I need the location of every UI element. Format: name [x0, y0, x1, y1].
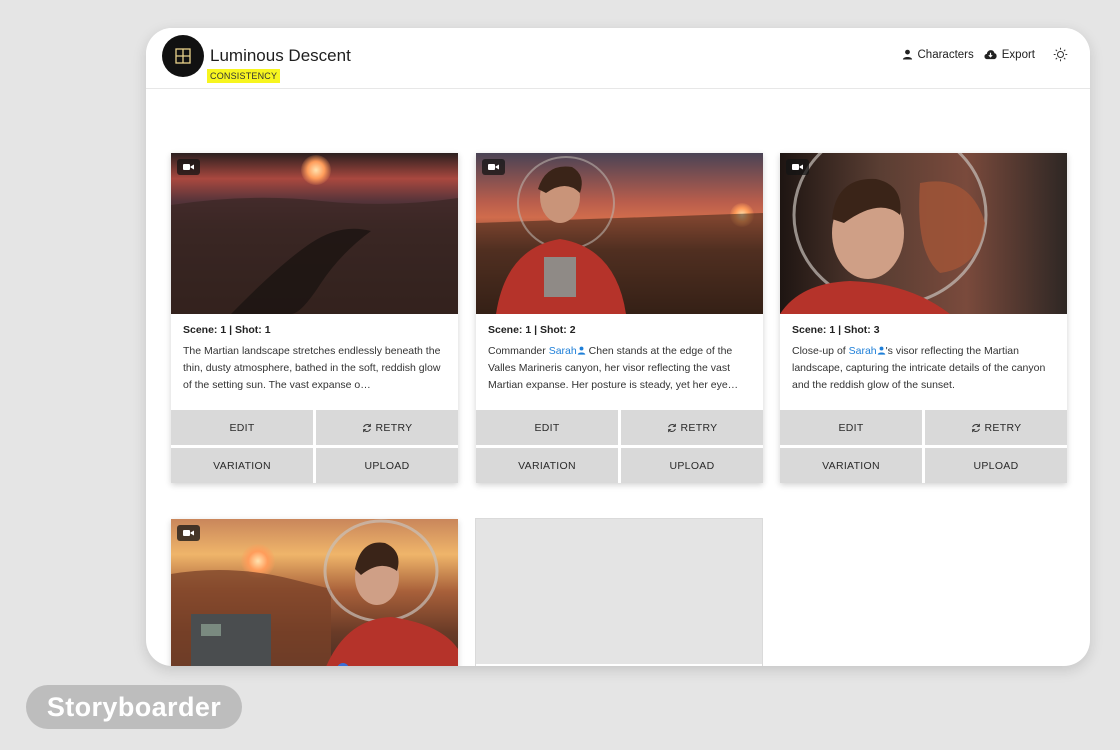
card-actions: EDIT RETRY VARIATION UPLOAD — [780, 410, 1067, 483]
shot-image[interactable] — [780, 153, 1067, 314]
shot-description: Commander Sarah Chen stands at the edge … — [488, 345, 739, 391]
shot-image[interactable] — [171, 153, 458, 314]
app-window: Luminous Descent CONSISTENCY Characters … — [146, 28, 1090, 666]
card-body: Scene: 1 | Shot: 3 Close-up of Sarah's v… — [780, 314, 1067, 410]
refresh-icon — [971, 423, 980, 432]
export-button[interactable]: Export — [984, 49, 1035, 61]
refresh-icon — [362, 423, 371, 432]
person-icon — [902, 49, 912, 60]
shot-card: Scene: 1 | Shot: 2 Commander Sarah Chen … — [476, 153, 763, 483]
retry-button[interactable]: RETRY — [316, 410, 458, 445]
shot-image[interactable] — [171, 519, 458, 666]
top-bar: Luminous Descent CONSISTENCY Characters … — [146, 28, 1090, 89]
astronaut-closeup — [780, 153, 988, 314]
characters-button[interactable]: Characters — [902, 49, 974, 61]
upload-button[interactable]: UPLOAD — [621, 448, 763, 483]
person-icon — [877, 346, 885, 355]
project-title: Luminous Descent — [210, 46, 351, 65]
card-actions: EDIT RETRY VARIATION UPLOAD — [476, 410, 763, 483]
consistency-badge: CONSISTENCY — [207, 69, 281, 83]
retry-button[interactable]: RETRY — [925, 410, 1067, 445]
shot-image[interactable] — [476, 153, 763, 314]
sun-icon[interactable] — [1053, 47, 1068, 62]
cloud-download-icon — [984, 50, 997, 60]
edit-button[interactable]: EDIT — [171, 410, 313, 445]
card-actions: EDIT RETRY VARIATION UPLOAD — [171, 410, 458, 483]
retry-button[interactable]: RETRY — [621, 410, 763, 445]
shot-label: Scene: 1 | Shot: 1 — [183, 324, 271, 336]
variation-button[interactable]: VARIATION — [476, 448, 618, 483]
card-body: Scene: 1 | Shot: 2 Commander Sarah Chen … — [476, 314, 763, 410]
shot-card — [171, 519, 458, 666]
astronaut-figure — [476, 156, 763, 314]
shot-card: Scene: 1 | Shot: 1 The Martian landscape… — [171, 153, 458, 483]
character-link[interactable]: Sarah — [849, 345, 886, 357]
character-link[interactable]: Sarah — [549, 345, 586, 357]
upload-button[interactable]: UPLOAD — [925, 448, 1067, 483]
storyboard-grid: Scene: 1 | Shot: 1 The Martian landscape… — [146, 89, 1090, 666]
shot-label: Scene: 1 | Shot: 3 — [792, 324, 880, 336]
edit-button[interactable]: EDIT — [476, 410, 618, 445]
shot-label: Scene: 1 | Shot: 2 — [488, 324, 576, 336]
loading-card-placeholder — [475, 518, 763, 666]
characters-label: Characters — [917, 48, 974, 61]
upload-button[interactable]: UPLOAD — [316, 448, 458, 483]
shot-description: Close-up of Sarah's visor reflecting the… — [792, 345, 1046, 391]
video-camera-icon[interactable] — [786, 159, 809, 175]
astronaut-console — [171, 519, 458, 666]
refresh-icon — [667, 423, 676, 432]
video-camera-icon[interactable] — [177, 525, 200, 541]
variation-button[interactable]: VARIATION — [780, 448, 922, 483]
person-icon — [577, 346, 585, 355]
video-camera-icon[interactable] — [177, 159, 200, 175]
shot-description: The Martian landscape stretches endlessl… — [183, 345, 441, 391]
header-actions: Characters Export — [902, 47, 1069, 62]
edit-button[interactable]: EDIT — [780, 410, 922, 445]
shot-card: Scene: 1 | Shot: 3 Close-up of Sarah's v… — [780, 153, 1067, 483]
canyon-shape — [171, 197, 458, 314]
variation-button[interactable]: VARIATION — [171, 448, 313, 483]
placeholder-strip — [476, 664, 762, 666]
brand-badge: Storyboarder — [26, 685, 242, 729]
grid-icon[interactable] — [162, 35, 204, 77]
video-camera-icon[interactable] — [482, 159, 505, 175]
card-body: Scene: 1 | Shot: 1 The Martian landscape… — [171, 314, 458, 410]
export-label: Export — [1001, 48, 1035, 61]
